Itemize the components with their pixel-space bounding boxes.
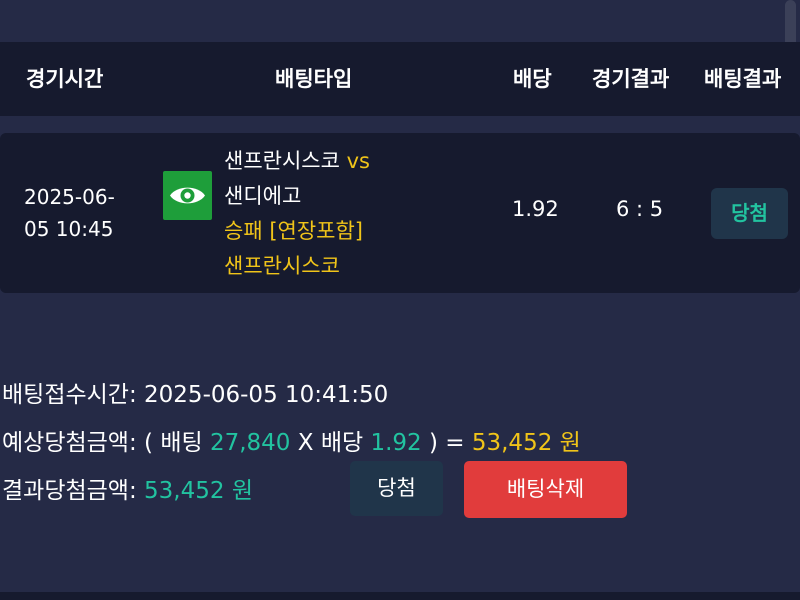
bet-type-info: 샌프란시스코 vs 샌디에고 승패 [연장포함] 샌프란시스코 bbox=[224, 144, 370, 284]
header-time: 경기시간 bbox=[26, 67, 104, 91]
home-team: 샌프란시스코 bbox=[224, 149, 340, 173]
win-status-button[interactable]: 당첨 bbox=[350, 461, 443, 516]
received-value: 2025-06-05 10:41:50 bbox=[144, 382, 389, 408]
expected-odds: 1.92 bbox=[370, 430, 422, 456]
received-time-line: 배팅접수시간: 2025-06-05 10:41:50 bbox=[2, 375, 388, 409]
actual-amount: 53,452 원 bbox=[144, 478, 253, 504]
game-time-line2: 05 10:45 bbox=[24, 217, 114, 241]
expected-amount: 53,452 원 bbox=[471, 430, 581, 456]
header-game-result: 경기결과 bbox=[592, 67, 670, 91]
game-time-line1: 2025-06- bbox=[24, 185, 115, 209]
market-label: 승패 [연장포함] bbox=[224, 219, 363, 243]
expected-label: 예상당첨금액: bbox=[2, 430, 137, 456]
vs-label: vs bbox=[346, 149, 370, 173]
bet-result-badge: 당첨 bbox=[711, 188, 788, 239]
bottom-strip bbox=[0, 592, 800, 600]
matchup-line: 샌프란시스코 vs bbox=[224, 144, 370, 179]
top-strip bbox=[0, 0, 800, 40]
expected-close: ) = bbox=[428, 430, 465, 456]
delete-bet-button[interactable]: 배팅삭제 bbox=[464, 461, 627, 518]
pick-label: 샌프란시스코 bbox=[224, 254, 340, 278]
actual-label: 결과당첨금액: bbox=[2, 478, 137, 504]
header-bet-type: 배팅타입 bbox=[275, 67, 353, 91]
header-bet-result: 배팅결과 bbox=[704, 67, 782, 91]
odds-value: 1.92 bbox=[512, 197, 559, 221]
expected-amount-line: 예상당첨금액: ( 배팅 27,840 X 배당 1.92 ) = 53,452… bbox=[2, 423, 581, 457]
expected-open: ( 배팅 bbox=[144, 430, 203, 456]
table-header: 경기시간 배팅타입 배당 경기결과 배팅결과 bbox=[0, 42, 800, 116]
game-score: 6 : 5 bbox=[616, 197, 664, 221]
actual-amount-line: 결과당첨금액: 53,452 원 bbox=[2, 471, 253, 505]
times-label: X 배당 bbox=[297, 430, 364, 456]
stake-value: 27,840 bbox=[209, 430, 291, 456]
bet-row: 2025-06- 05 10:45 bbox=[0, 133, 800, 293]
eye-icon bbox=[163, 171, 212, 220]
away-team: 샌디에고 bbox=[224, 184, 302, 208]
game-time: 2025-06- 05 10:45 bbox=[24, 181, 115, 245]
received-label: 배팅접수시간: bbox=[2, 382, 137, 408]
header-odds: 배당 bbox=[513, 67, 552, 91]
